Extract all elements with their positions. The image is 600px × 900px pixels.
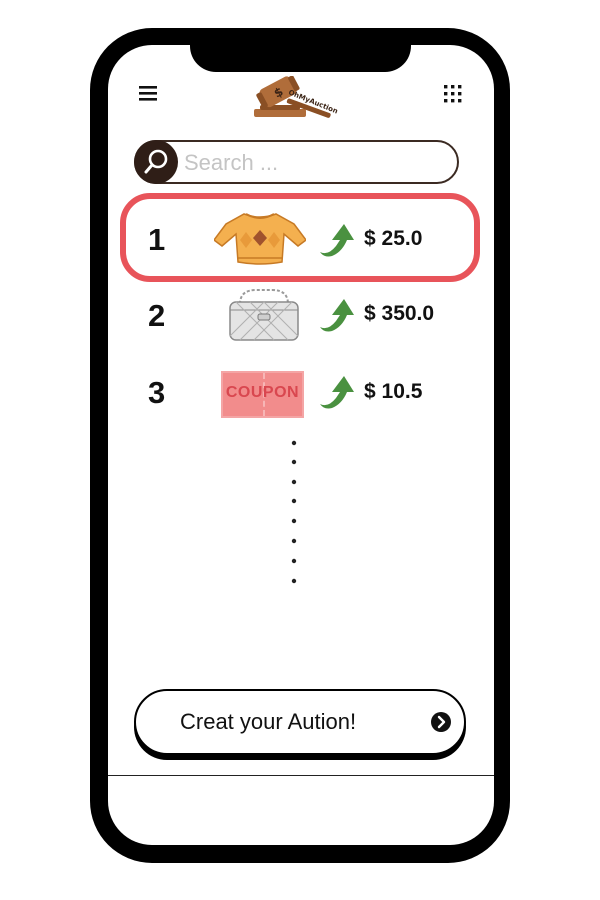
handbag-image <box>226 286 302 344</box>
more-items-ellipsis <box>290 437 298 589</box>
search-icon[interactable] <box>134 140 178 184</box>
item-rank: 3 <box>148 375 166 410</box>
item-rank: 2 <box>148 298 166 333</box>
up-arrow-icon <box>318 222 356 262</box>
app-logo: $ OhMyAuction <box>248 75 348 122</box>
search-bar[interactable] <box>134 140 459 184</box>
hamburger-menu-icon[interactable] <box>138 82 160 104</box>
phone-notch <box>190 28 411 72</box>
sweater-image <box>214 210 306 266</box>
up-arrow-icon <box>318 297 356 337</box>
chevron-right-circle-icon <box>430 711 452 733</box>
grid-dots-icon[interactable] <box>442 82 464 104</box>
create-auction-button[interactable]: Creat your Aution! <box>134 689 466 755</box>
item-price: $ 25.0 <box>364 227 423 250</box>
item-price: $ 350.0 <box>364 302 435 325</box>
coupon-image: COUPON <box>221 371 304 418</box>
create-auction-label: Creat your Aution! <box>180 709 357 734</box>
up-arrow-icon <box>318 374 356 414</box>
item-price: $ 10.5 <box>364 380 423 403</box>
search-input[interactable] <box>182 145 446 181</box>
coupon-label: COUPON <box>225 384 300 401</box>
item-rank: 1 <box>148 222 166 257</box>
bottom-divider <box>108 775 494 776</box>
